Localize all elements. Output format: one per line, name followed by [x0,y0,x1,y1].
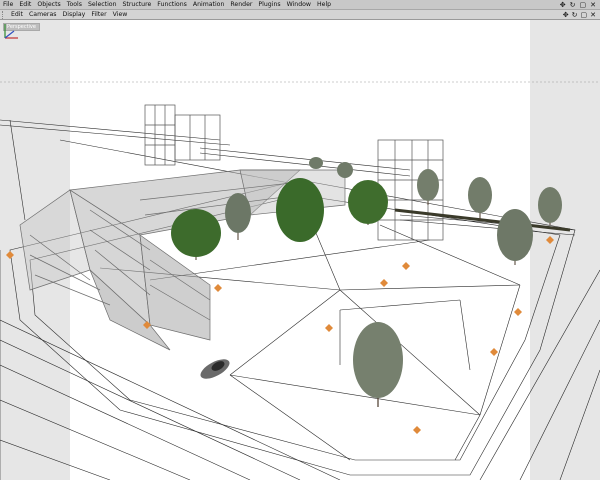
viewport-maximize-icon[interactable]: ▢ [581,10,588,20]
viewport-menu-cameras[interactable]: Cameras [26,10,60,20]
scene-canvas[interactable] [0,20,600,480]
viewport-menu-bar: Edit Cameras Display Filter View ✥ ↻ ▢ ✕ [0,10,600,20]
menu-tools[interactable]: Tools [64,0,85,10]
tree [468,177,492,220]
right-safe-frame-shade [530,20,600,480]
viewport-controls: ✥ ↻ ▢ ✕ [563,10,600,20]
close-icon[interactable]: ✕ [590,0,596,10]
maximize-icon[interactable]: ▢ [580,0,587,10]
menu-help[interactable]: Help [314,0,334,10]
menu-file[interactable]: File [0,0,16,10]
tree [417,169,439,205]
viewport-close-icon[interactable]: ✕ [590,10,596,20]
viewport-menu-view[interactable]: View [110,10,131,20]
axis-gizmo-icon [4,24,18,39]
menu-objects[interactable]: Objects [34,0,63,10]
tree [337,162,353,178]
viewport-move-icon[interactable]: ✥ [563,10,569,20]
menu-functions[interactable]: Functions [154,0,190,10]
move-icon[interactable]: ✥ [560,0,566,10]
menu-render[interactable]: Render [227,0,255,10]
main-menu-bar: File Edit Objects Tools Selection Struct… [0,0,600,10]
car [200,359,230,379]
tree [171,209,221,260]
viewport-menu-filter[interactable]: Filter [88,10,109,20]
tree [348,180,388,225]
tree [276,178,324,242]
tree [353,322,403,407]
lamp-marker [402,262,410,270]
tree [309,157,323,169]
lamp-marker [214,284,222,292]
rotate-icon[interactable]: ↻ [570,0,576,10]
lamp-marker [380,279,388,287]
tree [225,193,251,240]
window-controls: ✥ ↻ ▢ ✕ [560,0,600,10]
viewport-rotate-icon[interactable]: ↻ [572,10,578,20]
viewport-menu-display[interactable]: Display [60,10,89,20]
lamp-marker [490,348,498,356]
menu-window[interactable]: Window [284,0,314,10]
tree [497,209,533,265]
perspective-viewport[interactable]: Perspective [0,20,600,480]
menu-animation[interactable]: Animation [190,0,228,10]
viewport-menu-edit[interactable]: Edit [8,10,26,20]
menu-selection[interactable]: Selection [85,0,120,10]
menu-edit[interactable]: Edit [16,0,34,10]
menu-plugins[interactable]: Plugins [255,0,283,10]
lamp-marker [325,324,333,332]
tower-left-wireframe [144,104,221,166]
lamp-marker [514,308,522,316]
lamp-marker [413,426,421,434]
menu-structure[interactable]: Structure [120,0,155,10]
